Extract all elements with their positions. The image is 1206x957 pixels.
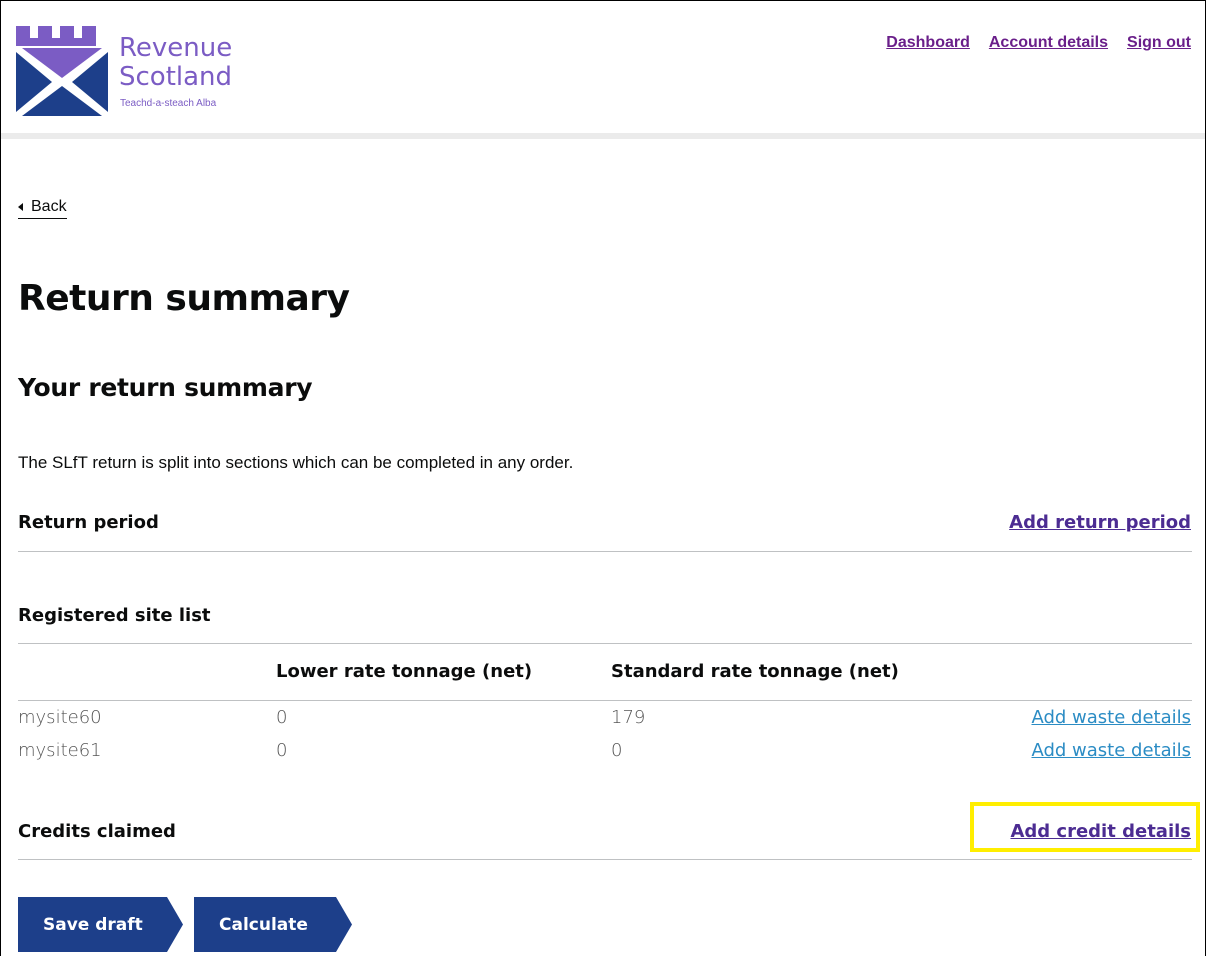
divider <box>18 700 1192 701</box>
back-arrow-icon <box>18 203 23 211</box>
back-label: Back <box>31 198 67 215</box>
lower-rate-value: 0 <box>276 707 288 728</box>
credits-claimed-title: Credits claimed <box>18 821 176 842</box>
add-return-period-link[interactable]: Add return period <box>1009 512 1191 533</box>
lower-rate-value: 0 <box>276 740 288 761</box>
back-link[interactable]: Back <box>18 198 67 219</box>
standard-rate-value: 0 <box>611 740 623 761</box>
site-name: mysite60 <box>18 707 102 728</box>
divider <box>18 643 1192 644</box>
save-draft-button[interactable]: Save draft <box>18 897 183 952</box>
intro-text: The SLfT return is split into sections w… <box>18 453 574 472</box>
section-heading: Your return summary <box>18 373 313 402</box>
header-divider <box>1 133 1205 139</box>
return-period-title: Return period <box>18 512 159 533</box>
highlight-box <box>970 802 1200 852</box>
page-title: Return summary <box>18 278 350 319</box>
column-header-lower-rate: Lower rate tonnage (net) <box>276 661 533 682</box>
saltire-castle-icon <box>16 26 108 116</box>
site-name: mysite61 <box>18 740 102 761</box>
column-header-standard-rate: Standard rate tonnage (net) <box>611 661 899 682</box>
standard-rate-value: 179 <box>611 707 646 728</box>
site-list-title: Registered site list <box>18 605 211 626</box>
top-navigation: Dashboard Account details Sign out <box>886 34 1191 52</box>
brand-name-line2: Scotland <box>119 62 233 92</box>
add-waste-details-link[interactable]: Add waste details <box>1031 740 1191 761</box>
brand-name-line1: Revenue <box>119 33 233 63</box>
calculate-button[interactable]: Calculate <box>194 897 352 952</box>
add-waste-details-link[interactable]: Add waste details <box>1031 707 1191 728</box>
brand-gaelic: Teachd-a-steach Alba <box>120 98 217 109</box>
nav-sign-out-link[interactable]: Sign out <box>1127 34 1191 52</box>
nav-account-details-link[interactable]: Account details <box>989 34 1108 52</box>
divider <box>18 551 1192 552</box>
nav-dashboard-link[interactable]: Dashboard <box>886 34 970 52</box>
revenue-scotland-logo[interactable]: Revenue Scotland Teachd-a-steach Alba <box>16 26 266 121</box>
site-header: Revenue Scotland Teachd-a-steach Alba Da… <box>1 1 1205 135</box>
divider <box>18 859 1192 860</box>
page-frame: Revenue Scotland Teachd-a-steach Alba Da… <box>0 0 1206 956</box>
